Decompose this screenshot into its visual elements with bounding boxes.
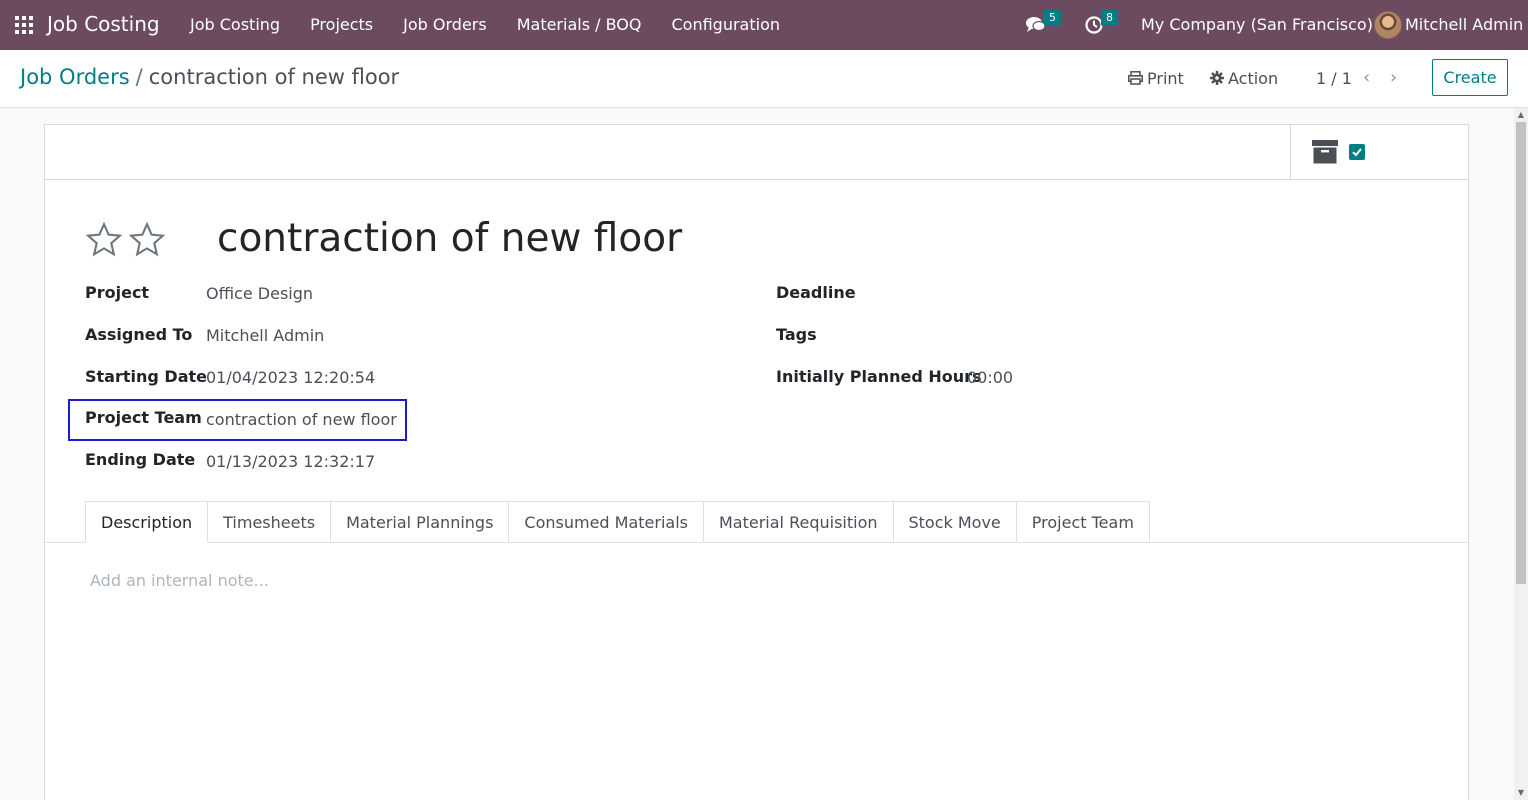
menu-job-orders[interactable]: Job Orders <box>403 15 487 34</box>
form-statusbar <box>45 125 1468 180</box>
description-note-field[interactable]: Add an internal note... <box>90 571 269 590</box>
field-label-assigned-to: Assigned To <box>85 325 193 344</box>
scroll-thumb[interactable] <box>1516 122 1526 584</box>
control-panel: Job Orders / contraction of new floor Prin… <box>0 50 1528 108</box>
scroll-up-arrow-icon[interactable]: ▲ <box>1514 108 1528 122</box>
scrollbar[interactable]: ▲ ▼ <box>1514 108 1528 800</box>
scroll-down-arrow-icon[interactable]: ▼ <box>1514 786 1528 800</box>
breadcrumb-separator: / <box>135 65 143 89</box>
breadcrumb-parent[interactable]: Job Orders <box>20 65 130 89</box>
company-switcher[interactable]: My Company (San Francisco) <box>1141 15 1373 34</box>
field-value-assigned-to[interactable]: Mitchell Admin <box>206 326 324 345</box>
field-value-planned-hours[interactable]: 00:00 <box>967 368 1013 387</box>
field-label-deadline: Deadline <box>776 283 856 302</box>
priority-stars <box>85 221 171 259</box>
menu-job-costing[interactable]: Job Costing <box>190 15 280 34</box>
menu-materials-boq[interactable]: Materials / BOQ <box>517 15 642 34</box>
field-label-planned-hours: Initially Planned Hours <box>776 367 982 386</box>
field-label-project: Project <box>85 283 150 302</box>
menu-projects[interactable]: Projects <box>310 15 373 34</box>
form-sheet: contraction of new floor Project Office … <box>44 124 1469 800</box>
print-label: Print <box>1147 69 1184 88</box>
breadcrumb-current: contraction of new floor <box>148 65 400 89</box>
tab-stock-move[interactable]: Stock Move <box>893 501 1017 543</box>
form-view: contraction of new floor Project Office … <box>0 108 1514 800</box>
menu-configuration[interactable]: Configuration <box>671 15 780 34</box>
field-label-tags: Tags <box>776 325 817 344</box>
field-value-project[interactable]: Office Design <box>206 284 313 303</box>
create-button[interactable]: Create <box>1432 59 1508 96</box>
apps-icon[interactable] <box>15 16 33 34</box>
tab-material-plannings[interactable]: Material Plannings <box>331 501 510 543</box>
messages-badge: 5 <box>1044 10 1061 26</box>
print-icon <box>1128 71 1143 85</box>
button-box <box>1290 125 1468 180</box>
star-icon[interactable] <box>85 221 123 259</box>
field-value-ending-date[interactable]: 01/13/2023 12:32:17 <box>206 452 375 471</box>
top-navbar: Job Costing Job Costing Projects Job Ord… <box>0 0 1528 50</box>
tab-material-requisition[interactable]: Material Requisition <box>704 501 894 543</box>
chevron-left-icon[interactable]: ‹ <box>1363 67 1370 88</box>
field-label-starting-date: Starting Date <box>85 367 207 386</box>
tab-project-team[interactable]: Project Team <box>1016 501 1150 543</box>
chevron-right-icon[interactable]: › <box>1390 67 1397 88</box>
avatar[interactable] <box>1374 11 1402 39</box>
print-button[interactable]: Print <box>1128 69 1184 88</box>
main-menu: Job Costing Projects Job Orders Material… <box>190 15 810 34</box>
notebook-tabs: Description Timesheets Material Planning… <box>85 501 1150 543</box>
app-brand[interactable]: Job Costing <box>47 12 160 36</box>
tab-consumed-materials[interactable]: Consumed Materials <box>509 501 704 543</box>
breadcrumb: Job Orders / contraction of new floor <box>20 65 399 89</box>
chat-icon[interactable] <box>1026 16 1046 34</box>
star-icon[interactable] <box>128 221 166 259</box>
field-value-starting-date[interactable]: 01/04/2023 12:20:54 <box>206 368 375 387</box>
field-label-ending-date: Ending Date <box>85 450 196 469</box>
activities-badge: 8 <box>1101 10 1118 26</box>
checkbox-icon[interactable] <box>1349 144 1365 160</box>
action-button[interactable]: Action <box>1210 69 1278 88</box>
tab-description[interactable]: Description <box>85 501 209 543</box>
action-label: Action <box>1228 69 1279 88</box>
highlight-box <box>68 399 407 441</box>
tab-timesheets[interactable]: Timesheets <box>208 501 332 543</box>
gear-icon <box>1210 71 1224 85</box>
pager-value[interactable]: 1 / 1 <box>1316 69 1352 88</box>
record-title[interactable]: contraction of new floor <box>217 216 682 261</box>
user-menu[interactable]: Mitchell Admin <box>1405 15 1523 34</box>
archive-icon[interactable] <box>1312 140 1338 164</box>
